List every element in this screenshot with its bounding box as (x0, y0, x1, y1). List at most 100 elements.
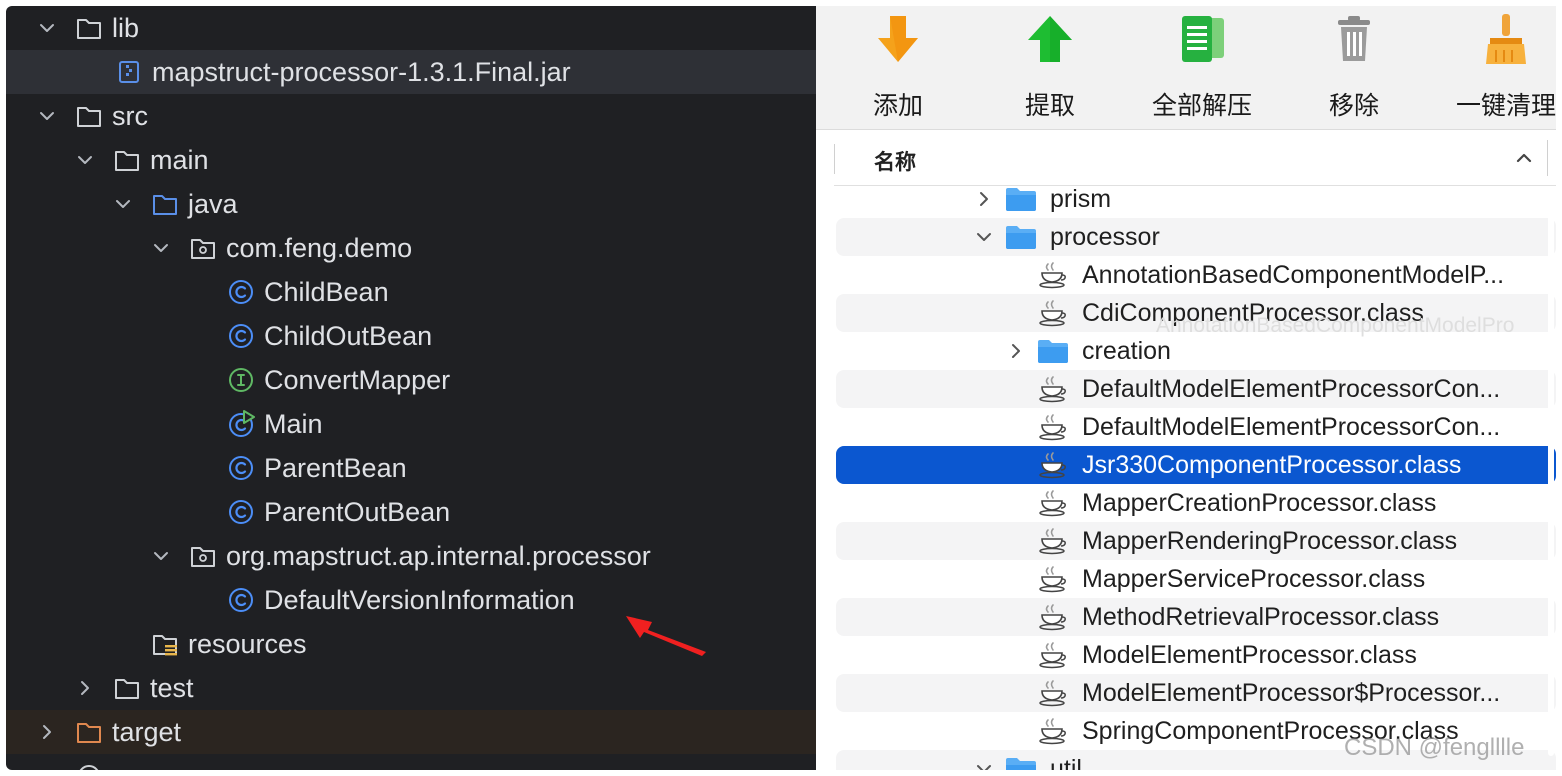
column-separator-right (1547, 140, 1548, 176)
chevron-down-icon[interactable] (150, 237, 172, 259)
toolbar-button[interactable]: 提取 (980, 12, 1120, 122)
broom-icon (1486, 14, 1526, 64)
scrollbar[interactable] (1548, 196, 1554, 756)
package-icon (188, 542, 218, 570)
java-class-file-icon (1036, 451, 1070, 479)
tree-item[interactable]: src (6, 94, 816, 138)
file-name: prism (1050, 186, 1112, 213)
toolbar-button-label: 全部解压 (1151, 92, 1252, 120)
toolbar-button[interactable]: 添加 (828, 12, 968, 122)
add-arrow-down-icon (878, 16, 918, 62)
archive-toolbar: 添加 提取 全部解压 移除 一键清理 (816, 6, 1556, 130)
tree-item[interactable]: ParentBean (6, 446, 816, 490)
class-icon (226, 498, 256, 526)
tree-item[interactable]: ParentOutBean (6, 490, 816, 534)
tree-item-label: test (150, 672, 194, 703)
tree-item-label: ChildOutBean (264, 320, 433, 351)
file-row[interactable]: MethodRetrievalProcessor.class (836, 598, 1556, 636)
chevron-right-icon[interactable] (74, 677, 96, 699)
chevron-down-icon[interactable] (36, 105, 58, 127)
tree-item[interactable]: ConvertMapper (6, 358, 816, 402)
file-name: AnnotationBasedComponentModelP... (1082, 260, 1505, 289)
file-name: DefaultModelElementProcessorCon... (1082, 412, 1501, 441)
chevron-down-icon[interactable] (74, 149, 96, 171)
excluded-folder-icon (74, 718, 104, 746)
folder-icon (74, 14, 104, 42)
package-icon (188, 234, 218, 262)
tree-item[interactable]: mapstruct-processor-1.3.1.Final.jar (6, 50, 816, 94)
file-row[interactable]: ModelElementProcessor$Processor... (836, 674, 1556, 712)
main-class-icon (226, 410, 256, 438)
java-class-file-icon (1036, 261, 1070, 289)
column-separator (834, 144, 835, 174)
class-icon (226, 278, 256, 306)
tree-item[interactable]: com.feng.demo (6, 226, 816, 270)
red-arrow-annotation (626, 616, 706, 656)
file-row[interactable]: MapperCreationProcessor.class (836, 484, 1556, 522)
file-row[interactable]: DefaultModelElementProcessorCon... (836, 408, 1556, 446)
interface-icon (226, 366, 256, 394)
folder-row[interactable]: prism (836, 186, 1556, 218)
tree-item[interactable]: org.mapstruct.ap.internal.processor (6, 534, 816, 578)
folder-icon (1004, 755, 1038, 770)
folder-icon (1036, 337, 1070, 365)
folder-icon (1004, 186, 1038, 213)
sort-ascending-icon[interactable] (1514, 148, 1534, 168)
archive-file-list: prism processor AnnotationBasedComponentMo… (816, 186, 1556, 770)
chevron-down-icon[interactable] (150, 545, 172, 567)
chevron-right-icon[interactable] (1006, 341, 1026, 361)
class-icon (226, 586, 256, 614)
chevron-down-icon[interactable] (974, 759, 994, 770)
file-name: MapperRenderingProcessor.class (1082, 526, 1458, 555)
file-name: Jsr330ComponentProcessor.class (1082, 450, 1462, 479)
tree-item[interactable]: target (6, 710, 816, 754)
tree-item[interactable]: ChildBean (6, 270, 816, 314)
chevron-down-icon[interactable] (974, 227, 994, 247)
java-class-file-icon (1036, 413, 1070, 441)
tree-item-label: src (112, 100, 148, 131)
tree-item-label: com.feng.demo (226, 232, 413, 263)
file-row[interactable]: MapperServiceProcessor.class (836, 560, 1556, 598)
archive-viewer-window: 添加 提取 全部解压 移除 一键清理 名称 prism processor Annotati… (816, 6, 1556, 770)
folder-icon (74, 102, 104, 130)
extract-arrow-up-icon (1028, 16, 1072, 62)
tree-item[interactable]: main (6, 138, 816, 182)
tree-item-cutoff (6, 754, 816, 770)
toolbar-button[interactable]: 一键清理 (1436, 12, 1556, 122)
java-class-file-icon (1036, 565, 1070, 593)
chevron-right-icon[interactable] (974, 189, 994, 209)
column-header[interactable]: 名称 (834, 130, 1556, 186)
tree-item[interactable]: Main (6, 402, 816, 446)
file-row[interactable]: DefaultModelElementProcessorCon... (836, 370, 1556, 408)
file-row[interactable]: MapperRenderingProcessor.class (836, 522, 1556, 560)
tree-item-label: target (112, 716, 182, 747)
chevron-right-icon[interactable] (36, 721, 58, 743)
chevron-down-icon[interactable] (36, 17, 58, 39)
toolbar-button[interactable]: 全部解压 (1132, 12, 1272, 122)
tree-item[interactable]: test (6, 666, 816, 710)
toolbar-button[interactable]: 移除 (1284, 12, 1424, 122)
file-row[interactable]: AnnotationBasedComponentModelP... (836, 256, 1556, 294)
folder-icon (112, 146, 142, 174)
chevron-down-icon[interactable] (112, 193, 134, 215)
file-name: processor (1050, 222, 1160, 251)
file-row[interactable]: Jsr330ComponentProcessor.class (836, 446, 1556, 484)
tree-item[interactable]: java (6, 182, 816, 226)
jar-file-icon (114, 58, 144, 86)
source-folder-icon (150, 190, 180, 218)
tree-item[interactable]: ChildOutBean (6, 314, 816, 358)
settings-icon (74, 762, 104, 770)
toolbar-button-label: 一键清理 (1455, 92, 1556, 120)
folder-icon (1004, 223, 1038, 251)
file-row[interactable]: ModelElementProcessor.class (836, 636, 1556, 674)
folder-row[interactable]: processor (836, 218, 1556, 256)
tree-item[interactable]: lib (6, 6, 816, 50)
watermark: CSDN @fenglllle (1344, 734, 1525, 761)
file-name: DefaultModelElementProcessorCon... (1082, 374, 1501, 403)
